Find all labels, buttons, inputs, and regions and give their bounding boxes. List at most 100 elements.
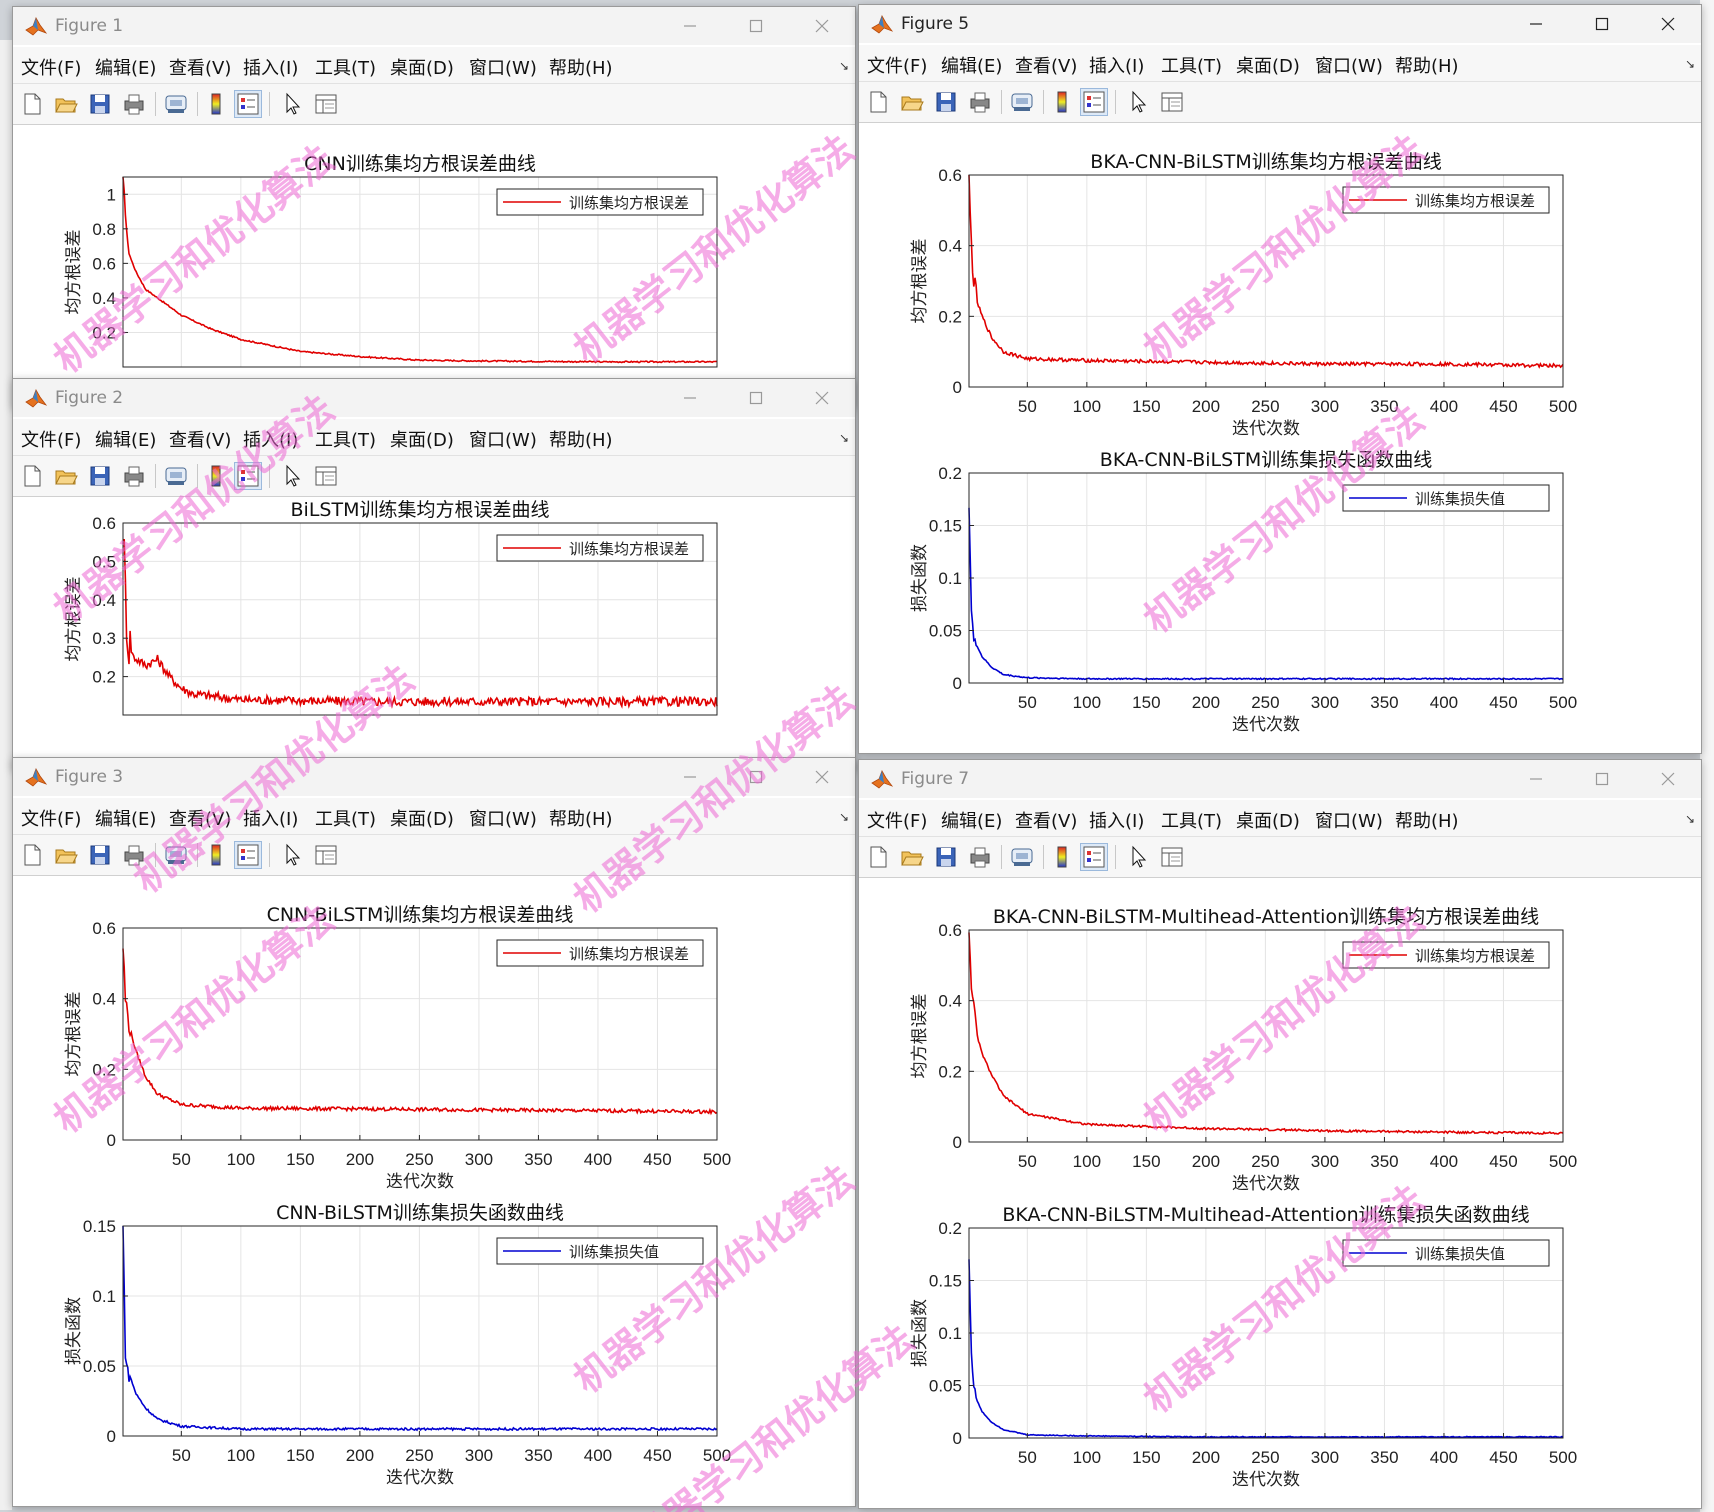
close-button[interactable] [789, 7, 855, 45]
property-inspector-icon[interactable] [313, 91, 339, 117]
open-icon[interactable] [899, 89, 925, 115]
minimize-button[interactable] [657, 758, 723, 796]
menu-item[interactable]: 帮助(H) [1395, 807, 1459, 833]
menu-item[interactable]: 插入(I) [1089, 807, 1144, 833]
dock-arrow-icon[interactable]: ↘ [839, 59, 849, 73]
menu-item[interactable]: 桌面(D) [390, 426, 454, 452]
menu-item[interactable]: 帮助(H) [549, 426, 613, 452]
colorbar-icon[interactable] [203, 463, 229, 489]
menu-item[interactable]: 工具(T) [1161, 807, 1222, 833]
minimize-button[interactable] [1503, 760, 1569, 798]
menu-item[interactable]: 插入(I) [243, 805, 298, 831]
menu-item[interactable]: 工具(T) [315, 805, 376, 831]
title-bar[interactable]: Figure 3 [13, 758, 855, 796]
title-bar[interactable]: Figure 1 [13, 7, 855, 45]
new-figure-icon[interactable] [19, 842, 45, 868]
maximize-button[interactable] [723, 379, 789, 417]
menu-item[interactable]: 窗口(W) [469, 54, 537, 80]
pointer-icon[interactable] [279, 91, 305, 117]
new-figure-icon[interactable] [865, 844, 891, 870]
menu-item[interactable]: 文件(F) [21, 54, 81, 80]
legend-icon[interactable] [234, 462, 262, 490]
colorbar-icon[interactable] [203, 842, 229, 868]
open-icon[interactable] [899, 844, 925, 870]
colorbar-icon[interactable] [203, 91, 229, 117]
pointer-icon[interactable] [279, 842, 305, 868]
figure-window-3[interactable]: Figure 3 文件(F) 编辑(E) 查看(V) 插入(I) 工具(T) 桌面(D) 窗… [12, 757, 856, 1507]
figure-window-7[interactable]: Figure 7 文件(F) 编辑(E) 查看(V) 插入(I) 工具(T) 桌面(D) 窗… [858, 759, 1702, 1509]
menu-item[interactable]: 编辑(E) [95, 805, 156, 831]
maximize-button[interactable] [1569, 760, 1635, 798]
close-button[interactable] [789, 379, 855, 417]
property-inspector-icon[interactable] [1159, 844, 1185, 870]
title-bar[interactable]: Figure 5 [859, 5, 1701, 43]
new-figure-icon[interactable] [19, 91, 45, 117]
menu-item[interactable]: 帮助(H) [1395, 52, 1459, 78]
menu-item[interactable]: 文件(F) [21, 426, 81, 452]
save-icon[interactable] [87, 463, 113, 489]
link-icon[interactable] [163, 842, 189, 868]
menu-item[interactable]: 窗口(W) [469, 805, 537, 831]
menu-item[interactable]: 窗口(W) [1315, 807, 1383, 833]
save-icon[interactable] [87, 91, 113, 117]
menu-item[interactable]: 桌面(D) [390, 805, 454, 831]
dock-arrow-icon[interactable]: ↘ [1685, 812, 1695, 826]
link-icon[interactable] [163, 463, 189, 489]
minimize-button[interactable] [1503, 5, 1569, 43]
save-icon[interactable] [87, 842, 113, 868]
figure-window-5[interactable]: Figure 5 文件(F) 编辑(E) 查看(V) 插入(I) 工具(T) 桌面(D) 窗… [858, 4, 1702, 754]
maximize-button[interactable] [1569, 5, 1635, 43]
link-icon[interactable] [1009, 844, 1035, 870]
menu-item[interactable]: 桌面(D) [390, 54, 454, 80]
menu-item[interactable]: 工具(T) [1161, 52, 1222, 78]
close-button[interactable] [1635, 5, 1701, 43]
pointer-icon[interactable] [279, 463, 305, 489]
legend-icon[interactable] [1080, 88, 1108, 116]
save-icon[interactable] [933, 89, 959, 115]
print-icon[interactable] [121, 463, 147, 489]
title-bar[interactable]: Figure 7 [859, 760, 1701, 798]
legend-icon[interactable] [1080, 843, 1108, 871]
menu-item[interactable]: 编辑(E) [941, 807, 1002, 833]
property-inspector-icon[interactable] [1159, 89, 1185, 115]
open-icon[interactable] [53, 463, 79, 489]
property-inspector-icon[interactable] [313, 463, 339, 489]
menu-item[interactable]: 编辑(E) [95, 426, 156, 452]
menu-item[interactable]: 查看(V) [1015, 807, 1077, 833]
menu-item[interactable]: 查看(V) [169, 54, 231, 80]
colorbar-icon[interactable] [1049, 89, 1075, 115]
menu-item[interactable]: 文件(F) [867, 807, 927, 833]
dock-arrow-icon[interactable]: ↘ [839, 431, 849, 445]
new-figure-icon[interactable] [865, 89, 891, 115]
menu-item[interactable]: 插入(I) [1089, 52, 1144, 78]
property-inspector-icon[interactable] [313, 842, 339, 868]
menu-item[interactable]: 查看(V) [169, 805, 231, 831]
menu-item[interactable]: 插入(I) [243, 426, 298, 452]
pointer-icon[interactable] [1125, 89, 1151, 115]
menu-item[interactable]: 帮助(H) [549, 805, 613, 831]
dock-arrow-icon[interactable]: ↘ [1685, 57, 1695, 71]
menu-item[interactable]: 窗口(W) [469, 426, 537, 452]
menu-item[interactable]: 查看(V) [169, 426, 231, 452]
maximize-button[interactable] [723, 7, 789, 45]
colorbar-icon[interactable] [1049, 844, 1075, 870]
menu-item[interactable]: 帮助(H) [549, 54, 613, 80]
menu-item[interactable]: 工具(T) [315, 54, 376, 80]
figure-window-1[interactable]: Figure 1 文件(F) 编辑(E) 查看(V) 插入(I) 工具(T) 桌面(D) 窗… [12, 6, 856, 408]
minimize-button[interactable] [657, 7, 723, 45]
close-button[interactable] [789, 758, 855, 796]
print-icon[interactable] [967, 844, 993, 870]
menu-item[interactable]: 桌面(D) [1236, 52, 1300, 78]
menu-item[interactable]: 桌面(D) [1236, 807, 1300, 833]
menu-item[interactable]: 文件(F) [867, 52, 927, 78]
dock-arrow-icon[interactable]: ↘ [839, 810, 849, 824]
open-icon[interactable] [53, 91, 79, 117]
menu-item[interactable]: 工具(T) [315, 426, 376, 452]
figure-window-2[interactable]: Figure 2 文件(F) 编辑(E) 查看(V) 插入(I) 工具(T) 桌面(D) 窗… [12, 378, 856, 770]
menu-item[interactable]: 查看(V) [1015, 52, 1077, 78]
minimize-button[interactable] [657, 379, 723, 417]
title-bar[interactable]: Figure 2 [13, 379, 855, 417]
menu-item[interactable]: 编辑(E) [941, 52, 1002, 78]
print-icon[interactable] [121, 842, 147, 868]
save-icon[interactable] [933, 844, 959, 870]
